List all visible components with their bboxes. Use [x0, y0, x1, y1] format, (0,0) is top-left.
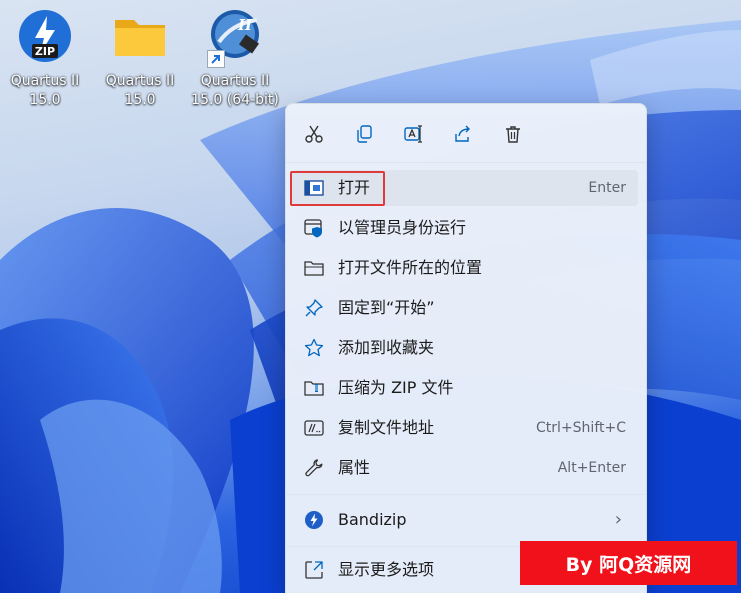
context-menu: 打开 Enter 以管理员身份运行 打开文件所在的位置 固定到“开始” 添加到收…: [285, 103, 647, 593]
menu-item-shortcut: Ctrl+Shift+C: [536, 420, 626, 436]
cut-icon: [305, 125, 323, 143]
cut-button[interactable]: [298, 118, 330, 150]
zip-badge-text: ZIP: [35, 45, 55, 58]
delete-button[interactable]: [497, 118, 529, 150]
menu-item-shortcut: Alt+Enter: [557, 460, 626, 476]
desktop-icon-quartus-64[interactable]: II Quartus II 15.0 (64-bit): [187, 8, 283, 110]
menu-item-label: 固定到“开始”: [338, 298, 435, 317]
menu-item-copy-as-path[interactable]: 复制文件地址 Ctrl+Shift+C: [292, 410, 638, 446]
menu-item-label: 以管理员身份运行: [338, 218, 467, 237]
copy-icon: [357, 125, 372, 143]
wrench-icon: [304, 458, 324, 478]
copy-button[interactable]: [348, 118, 380, 150]
shortcut-arrow-icon: [207, 50, 225, 68]
folder-icon: [112, 8, 168, 64]
folder-outline-icon: [304, 258, 324, 278]
share-button[interactable]: [447, 118, 479, 150]
chevron-right-icon: ›: [614, 509, 622, 530]
menu-item-open[interactable]: 打开 Enter: [292, 170, 638, 206]
star-icon: [304, 338, 324, 358]
menu-separator: [286, 162, 646, 163]
menu-item-label: Bandizip: [338, 510, 407, 529]
rename-button[interactable]: [397, 118, 429, 150]
open-window-icon: [304, 178, 324, 198]
bandizip-icon: [304, 510, 324, 530]
admin-shield-icon: [304, 218, 324, 238]
copy-path-icon: [304, 418, 324, 438]
pin-icon: [304, 298, 324, 318]
zip-folder-icon: [304, 378, 324, 398]
quartus-app-icon: II: [207, 8, 263, 68]
menu-item-properties[interactable]: 属性 Alt+Enter: [292, 450, 638, 486]
more-options-icon: [304, 560, 324, 580]
menu-item-label: 显示更多选项: [338, 560, 435, 579]
menu-item-run-as-admin[interactable]: 以管理员身份运行: [292, 210, 638, 246]
desktop-icon-label: Quartus II 15.0 (64-bit): [191, 73, 279, 108]
watermark: By 阿Q资源网: [520, 541, 737, 585]
menu-item-label: 打开文件所在的位置: [338, 258, 483, 277]
share-icon: [455, 125, 470, 142]
menu-item-compress-zip[interactable]: 压缩为 ZIP 文件: [292, 370, 638, 406]
menu-separator: [286, 494, 646, 495]
menu-item-label: 属性: [338, 458, 371, 477]
menu-item-label: 添加到收藏夹: [338, 338, 435, 357]
delete-icon: [506, 126, 520, 143]
menu-item-label: 打开: [338, 178, 371, 197]
desktop-icon-label: Quartus II 15.0: [105, 73, 175, 108]
menu-item-pin-to-start[interactable]: 固定到“开始”: [292, 290, 638, 326]
menu-item-shortcut: Enter: [588, 180, 626, 196]
desktop-icon-quartus-folder[interactable]: Quartus II 15.0: [92, 8, 188, 110]
quick-action-bar: [286, 104, 646, 162]
menu-item-label: 复制文件地址: [338, 418, 435, 437]
menu-item-add-to-favorites[interactable]: 添加到收藏夹: [292, 330, 638, 366]
zip-archive-icon: ZIP: [17, 8, 73, 64]
rename-icon: [404, 125, 422, 143]
desktop-icon-label: Quartus II 15.0: [10, 73, 80, 108]
menu-item-label: 压缩为 ZIP 文件: [338, 378, 454, 397]
menu-item-open-file-location[interactable]: 打开文件所在的位置: [292, 250, 638, 286]
quartus-badge-text: II: [237, 16, 253, 34]
menu-item-bandizip[interactable]: Bandizip ›: [292, 502, 638, 538]
desktop-icon-quartus-zip[interactable]: ZIP Quartus II 15.0: [0, 8, 93, 110]
